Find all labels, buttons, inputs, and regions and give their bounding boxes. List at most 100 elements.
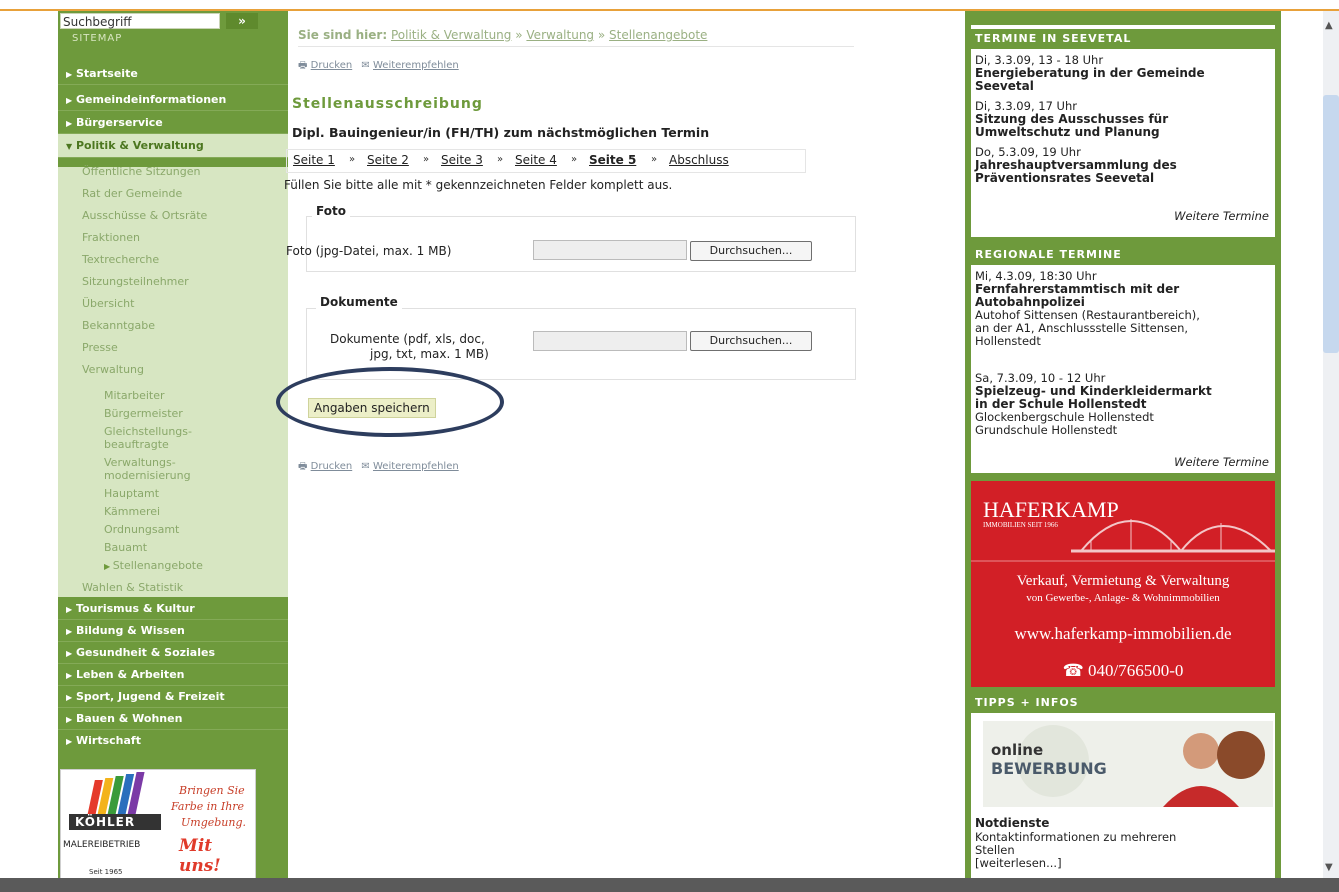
step-link[interactable]: Abschluss [669, 153, 729, 167]
step-link[interactable]: Seite 4 [515, 153, 557, 167]
event-text: Grundschule Hollenstedt [975, 423, 1118, 437]
online-text: online [991, 741, 1044, 759]
subnav2-item-stellenangebote[interactable]: ▶ Stellenangebote [104, 559, 203, 573]
nav-item-bauen[interactable]: ▶ Bauen & Wohnen [58, 708, 288, 730]
recommend-icon[interactable]: ✉ [361, 60, 369, 71]
subnav2-item[interactable]: Hauptamt [104, 487, 159, 500]
breadcrumb-link[interactable]: Politik & Verwaltung [391, 28, 511, 42]
koehler-promo-banner[interactable]: KÖHLER Bringen Sie Farbe in Ihre Umgebun… [60, 769, 256, 885]
tipps-box: online BEWERBUNG Notdienste Kontaktinfor… [971, 713, 1275, 878]
subnav-item[interactable]: Fraktionen [82, 227, 140, 249]
subnav2-item[interactable]: Bürgermeister [104, 407, 183, 420]
termine-box: TERMINE IN SEEVETAL Di, 3.3.09, 13 - 18 … [971, 25, 1275, 237]
subnav-item[interactable]: Presse [82, 337, 118, 359]
event-date: Sa, 7.3.09, 10 - 12 Uhr [975, 371, 1106, 385]
recommend-link[interactable]: Weiterempfehlen [373, 461, 459, 472]
nav-item-politik-verwaltung[interactable]: ▼ Politik & Verwaltung [58, 134, 288, 158]
event-date: Do, 5.3.09, 19 Uhr [975, 145, 1081, 159]
tipps-heading: TIPPS + INFOS [971, 693, 1275, 713]
breadcrumb-link[interactable]: Stellenangebote [609, 28, 707, 42]
subnav-item[interactable]: Öffentliche Sitzungen [82, 161, 200, 183]
foto-file-input[interactable] [533, 240, 687, 260]
sitemap-link[interactable]: SITEMAP [72, 33, 122, 44]
doc-browse-button[interactable]: Durchsuchen... [690, 331, 812, 351]
arrow-right-icon: ▶ [66, 693, 73, 702]
print-link[interactable]: Drucken [311, 461, 353, 472]
nav-item-wirtschaft[interactable]: ▶ Wirtschaft [58, 730, 288, 752]
step-link[interactable]: Seite 1 [293, 153, 335, 167]
subnav-item[interactable]: Rat der Gemeinde [82, 183, 182, 205]
arrow-right-icon: ▶ [66, 605, 73, 614]
foto-browse-button[interactable]: Durchsuchen... [690, 241, 812, 261]
event-title[interactable]: Umweltschutz und Planung [975, 126, 1271, 139]
print-link[interactable]: Drucken [311, 60, 353, 71]
legend-dokumente: Dokumente [316, 295, 402, 309]
more-termine-link[interactable]: Weitere Termine [1174, 455, 1269, 469]
ad-line: von Gewerbe-, Anlage- & Wohnimmobilien [1026, 592, 1220, 604]
step-link-current[interactable]: Seite 5 [589, 153, 636, 167]
subnav2-item[interactable]: Mitarbeiter [104, 389, 165, 402]
nav-item-startseite[interactable]: ▶ Startseite [58, 63, 288, 85]
subnav2-item[interactable]: modernisierung [104, 469, 191, 482]
nav-item-buergerservice[interactable]: ▶ Bürgerservice [58, 112, 288, 134]
breadcrumb-link[interactable]: Verwaltung [526, 28, 594, 42]
scrollbar-thumb[interactable] [1323, 95, 1339, 353]
printer-icon[interactable]: 🖶 [298, 461, 307, 472]
subnav2-item[interactable]: Bauamt [104, 541, 147, 554]
promo-slogan: Bringen Sie [179, 784, 245, 797]
right-column: TERMINE IN SEEVETAL Di, 3.3.09, 13 - 18 … [965, 11, 1281, 878]
arrow-right-icon: ▶ [66, 627, 73, 636]
subnav2-item[interactable]: Verwaltungs- [104, 456, 176, 469]
arrow-right-icon: ▶ [66, 715, 73, 724]
subnav-item[interactable]: Bekanntgabe [82, 315, 155, 337]
breadcrumb-sep: » [515, 28, 523, 42]
event-title[interactable]: Präventionsrates Seevetal [975, 172, 1271, 185]
event-title[interactable]: Seevetal [975, 80, 1271, 93]
arrow-right-icon: ▶ [104, 562, 113, 571]
subnav-item-wahlen[interactable]: Wahlen & Statistik [82, 577, 183, 599]
subnav2-item[interactable]: Kämmerei [104, 505, 160, 518]
read-more-link[interactable]: [weiterlesen...] [975, 857, 1271, 870]
notdienste-title[interactable]: Notdienste [975, 817, 1271, 830]
search-input[interactable]: Suchbegriff [60, 13, 220, 29]
online-bewerbung-banner[interactable]: online BEWERBUNG [983, 721, 1273, 807]
nav-item-bildung[interactable]: ▶ Bildung & Wissen [58, 620, 288, 642]
arrow-right-icon: ▶ [66, 70, 73, 79]
doc-label: Dokumente (pdf, xls, doc, [330, 332, 485, 346]
breadcrumb: Sie sind hier: Politik & Verwaltung » Ve… [298, 28, 854, 42]
form-hint: Füllen Sie bitte alle mit * gekennzeichn… [284, 178, 673, 192]
haferkamp-ad[interactable]: HAFERKAMP IMMOBILIEN SEIT 1966 Verkauf, … [971, 481, 1275, 687]
subnav-item-verwaltung[interactable]: Verwaltung [82, 359, 144, 381]
nav-item-leben[interactable]: ▶ Leben & Arbeiten [58, 664, 288, 686]
subnav-item[interactable]: Textrecherche [82, 249, 159, 271]
highlight-circle [276, 367, 504, 437]
printer-icon[interactable]: 🖶 [298, 60, 307, 71]
subnav-item[interactable]: Übersicht [82, 293, 134, 315]
nav-item-tourismus[interactable]: ▶ Tourismus & Kultur [58, 598, 288, 620]
ad-phone: ☎ 040/766500-0 [1062, 661, 1184, 680]
event-date: Di, 3.3.09, 13 - 18 Uhr [975, 53, 1104, 67]
subnav-item[interactable]: Ausschüsse & Ortsräte [82, 205, 207, 227]
doc-file-input[interactable] [533, 331, 687, 351]
promo-company: MALEREIBETRIEB [63, 840, 141, 850]
nav-item-gesundheit[interactable]: ▶ Gesundheit & Soziales [58, 642, 288, 664]
breadcrumb-sep: » [597, 28, 606, 42]
nav-item-gemeindeinformationen[interactable]: ▶ Gemeindeinformationen [58, 89, 288, 111]
subnav2-item[interactable]: beauftragte [104, 438, 169, 451]
promo-slogan: Farbe in Ihre [171, 800, 245, 813]
scroll-up-icon[interactable]: ▲ [1325, 20, 1333, 31]
recommend-icon[interactable]: ✉ [361, 461, 369, 472]
search-go-button[interactable]: » [226, 13, 258, 29]
browser-top-bar [0, 0, 1339, 11]
step-link[interactable]: Seite 3 [441, 153, 483, 167]
step-sep: » [651, 154, 658, 165]
subnav2-item[interactable]: Gleichstellungs- [104, 425, 192, 438]
step-link[interactable]: Seite 2 [367, 153, 409, 167]
arrow-right-icon: ▶ [66, 96, 73, 105]
nav-item-sport[interactable]: ▶ Sport, Jugend & Freizeit [58, 686, 288, 708]
more-termine-link[interactable]: Weitere Termine [1174, 209, 1269, 223]
recommend-link[interactable]: Weiterempfehlen [373, 60, 459, 71]
scroll-down-icon[interactable]: ▼ [1325, 862, 1333, 873]
subnav2-item[interactable]: Ordnungsamt [104, 523, 179, 536]
subnav-item[interactable]: Sitzungsteilnehmer [82, 271, 189, 293]
